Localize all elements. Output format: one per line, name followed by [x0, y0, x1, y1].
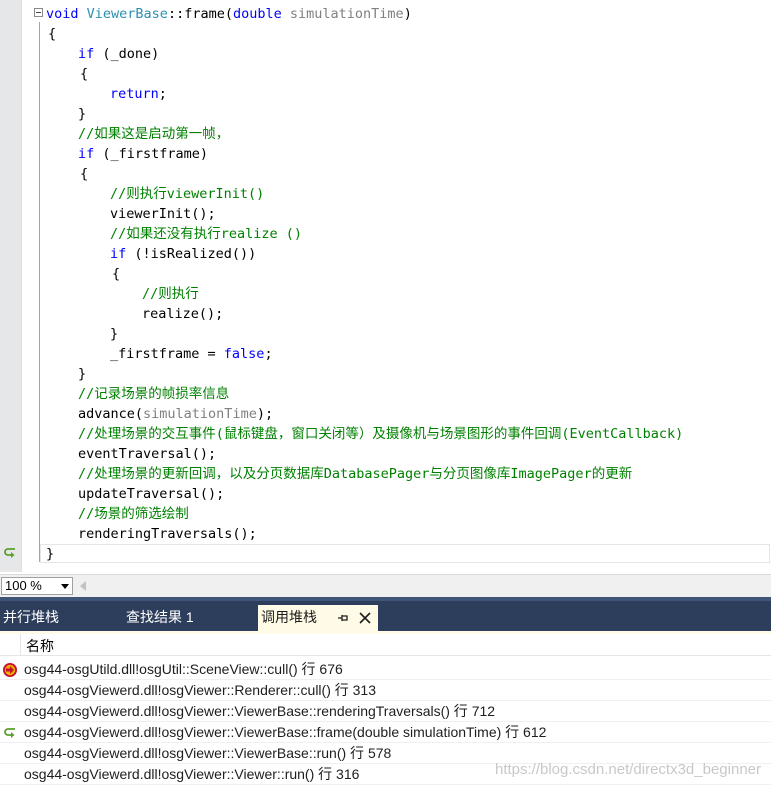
call-stack-row[interactable]: osg44-osgViewerd.dll!osgViewer::Renderer… [0, 680, 771, 701]
code-line[interactable]: //则执行 [142, 284, 199, 304]
code-line[interactable]: advance(simulationTime); [78, 404, 273, 424]
code-line[interactable]: void ViewerBase::frame(double simulation… [46, 4, 412, 24]
scroll-left-icon[interactable] [80, 581, 86, 591]
call-stack-row[interactable]: osg44-osgViewerd.dll!osgViewer::ViewerBa… [0, 701, 771, 722]
editor-gutter[interactable] [0, 0, 21, 572]
call-stack-header[interactable]: 名称 [0, 634, 771, 656]
code-line[interactable]: realize(); [142, 304, 223, 324]
code-line[interactable]: { [80, 164, 88, 184]
call-stack-row-text: osg44-osgViewerd.dll!osgViewer::ViewerBa… [24, 703, 496, 719]
code-line[interactable]: _firstframe = false; [110, 344, 273, 364]
code-line[interactable]: if (_firstframe) [78, 144, 208, 164]
outline-guide [39, 22, 40, 562]
tab-find-results[interactable]: 查找结果 1 [123, 605, 243, 632]
call-stack-row-text: osg44-osgUtild.dll!osgUtil::SceneView::c… [24, 661, 343, 677]
zoom-dropdown[interactable]: 100 % [1, 577, 73, 595]
collapse-toggle-icon[interactable] [34, 8, 43, 17]
code-line[interactable]: { [80, 64, 88, 84]
code-line[interactable]: } [78, 104, 86, 124]
current-line-highlight [40, 544, 770, 563]
code-line[interactable]: } [78, 364, 86, 384]
call-stack-row-text: osg44-osgViewerd.dll!osgViewer::ViewerBa… [24, 724, 547, 740]
code-line[interactable]: { [48, 24, 56, 44]
code-line[interactable]: //如果这是启动第一帧， [78, 124, 229, 144]
column-name-header[interactable]: 名称 [26, 636, 54, 656]
call-stack-row-text: osg44-osgViewerd.dll!osgViewer::Renderer… [24, 682, 376, 698]
watermark: https://blog.csdn.net/directx3d_beginner [494, 761, 761, 778]
call-stack-row-text: osg44-osgViewerd.dll!osgViewer::Viewer::… [24, 766, 360, 782]
tab-parallel-stacks[interactable]: 并行堆栈 [0, 605, 110, 632]
zoom-value: 100 % [5, 578, 42, 593]
code-line[interactable]: //场景的筛选绘制 [78, 504, 189, 524]
tool-window-tab-bar: 并行堆栈 查找结果 1 [0, 597, 771, 632]
tab-bar-accent [0, 597, 771, 601]
code-line[interactable]: //记录场景的帧损率信息 [78, 384, 229, 404]
pin-icon[interactable] [336, 611, 350, 625]
code-line[interactable]: //处理场景的更新回调，以及分页数据库DatabasePager与分页图像库Im… [78, 464, 632, 484]
call-stack-row[interactable]: osg44-osgUtild.dll!osgUtil::SceneView::c… [0, 659, 771, 680]
code-line[interactable]: if (_done) [78, 44, 159, 64]
editor-status-bar: 100 % [0, 574, 771, 597]
call-stack-row[interactable]: osg44-osgViewerd.dll!osgViewer::ViewerBa… [0, 722, 771, 743]
code-line[interactable]: return; [110, 84, 167, 104]
return-arrow-icon [4, 728, 15, 738]
code-line[interactable]: } [46, 544, 54, 564]
code-line[interactable]: renderingTraversals(); [78, 524, 257, 544]
code-line[interactable]: eventTraversal(); [78, 444, 216, 464]
code-line[interactable]: } [110, 324, 118, 344]
chevron-down-icon [61, 584, 69, 589]
code-editor[interactable]: void ViewerBase::frame(double simulation… [0, 0, 771, 572]
code-line[interactable]: viewerInit(); [110, 204, 216, 224]
call-stack-row-text: osg44-osgViewerd.dll!osgViewer::ViewerBa… [24, 745, 392, 761]
header-separator [20, 634, 21, 656]
call-stack-panel[interactable]: 名称 osg44-osgUtild.dll!osgUtil::SceneView… [0, 634, 771, 785]
code-line[interactable]: { [112, 264, 120, 284]
tab-call-stack-label: 调用堆栈 [261, 609, 317, 625]
gutter-separator [21, 0, 22, 572]
code-line[interactable]: //处理场景的交互事件(鼠标键盘，窗口关闭等）及摄像机与场景图形的事件回调(Ev… [78, 424, 683, 444]
code-line[interactable]: //如果还没有执行realize () [110, 224, 302, 244]
code-line[interactable]: if (!isRealized()) [110, 244, 256, 264]
return-arrow-icon [4, 548, 15, 558]
code-line[interactable]: //则执行viewerInit() [110, 184, 264, 204]
close-icon[interactable] [358, 611, 372, 625]
code-line[interactable]: updateTraversal(); [78, 484, 224, 504]
current-frame-icon [3, 663, 17, 677]
